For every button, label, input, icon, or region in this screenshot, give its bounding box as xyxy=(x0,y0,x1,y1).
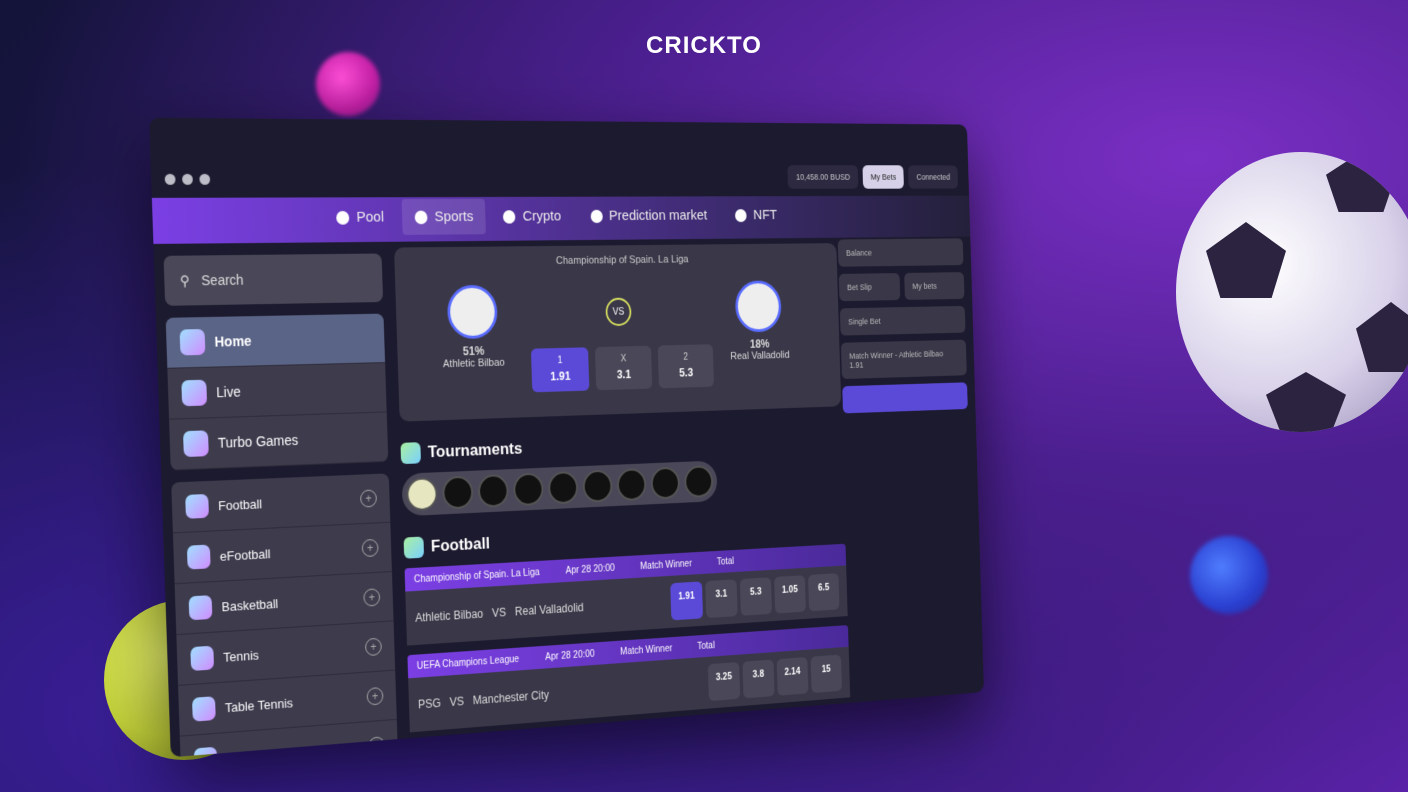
tournament-logo[interactable] xyxy=(582,470,612,503)
my-bets-button[interactable]: My Bets xyxy=(862,165,904,188)
odd-button[interactable]: 3.8 xyxy=(742,659,774,698)
featured-match-card: Championship of Spain. La Liga 51% Athle… xyxy=(394,243,841,421)
tournament-logo[interactable] xyxy=(617,468,647,501)
plus-icon[interactable]: + xyxy=(363,588,380,606)
real-valladolid-crest-icon xyxy=(735,280,782,332)
bet-slip-panel: Balance Bet Slip My bets Single Bet Matc… xyxy=(836,197,967,413)
tournament-logo[interactable] xyxy=(548,471,578,504)
balance-pill: 10,458.00 BUSD xyxy=(788,165,859,189)
tab-bet-slip[interactable]: Bet Slip xyxy=(839,273,901,301)
soccer-ball-icon xyxy=(1176,152,1408,432)
athletic-bilbao-crest-icon xyxy=(447,285,498,340)
table-tennis-icon xyxy=(192,696,216,722)
menu-item-home[interactable]: Home xyxy=(166,314,385,369)
plus-icon[interactable]: + xyxy=(360,489,377,507)
bet-slip-tabs: Bet Slip My bets xyxy=(839,272,965,308)
odd-button[interactable]: 1 1.91 xyxy=(531,347,589,392)
single-bet-tab[interactable]: Single Bet xyxy=(840,306,966,336)
main-menu: Home Live Turbo Games xyxy=(166,314,389,471)
odd-button[interactable]: 5.3 xyxy=(740,577,772,616)
odd-button[interactable]: 6.5 xyxy=(808,573,840,611)
live-icon xyxy=(181,380,207,407)
plus-icon[interactable]: + xyxy=(368,736,385,755)
tournament-list xyxy=(401,460,717,516)
efootball-icon xyxy=(187,545,211,570)
nav-nft[interactable]: NFT xyxy=(723,198,789,232)
odd-button[interactable]: 3.25 xyxy=(708,662,740,701)
app-window: Pool Sports Crypto Prediction market NFT… xyxy=(149,118,984,758)
away-team[interactable]: 18% Real Valladolid xyxy=(728,280,790,362)
home-team[interactable]: 51% Athletic Bilbao xyxy=(440,285,505,371)
brand-title: CRICKTO xyxy=(0,32,1408,60)
nav-crypto[interactable]: Crypto xyxy=(490,199,573,235)
odd-button[interactable]: 15 xyxy=(811,655,842,694)
trophy-icon xyxy=(400,442,421,464)
blue-ball-decoration xyxy=(1190,536,1268,614)
search-icon: ⚲ xyxy=(180,272,190,289)
odd-button[interactable]: X 3.1 xyxy=(595,346,652,391)
nft-icon xyxy=(735,209,747,222)
background: CRICKTO Pool Sports Crypto Prediction ma… xyxy=(0,0,1408,792)
bet-selection: Match Winner - Athletic Bilbao 1.91 xyxy=(841,340,967,379)
tournament-logo[interactable] xyxy=(513,473,544,507)
nav-pool[interactable]: Pool xyxy=(323,199,398,235)
main-content: Championship of Spain. La Liga 51% Athle… xyxy=(394,243,850,732)
rocket-icon xyxy=(183,430,209,457)
tournament-logo[interactable] xyxy=(684,465,713,498)
featured-odds: 1 1.91 X 3.1 2 5.3 xyxy=(531,344,714,392)
place-bet-button[interactable] xyxy=(842,382,968,413)
menu-item-live[interactable]: Live xyxy=(167,363,386,420)
tournament-logo[interactable] xyxy=(651,467,681,500)
tennis-icon xyxy=(190,646,214,671)
home-icon xyxy=(180,329,206,355)
sports-list: Football + eFootball + Basketball + Tennis +… xyxy=(171,473,398,757)
tournament-logo[interactable] xyxy=(442,476,473,510)
tournament-logo[interactable] xyxy=(406,477,438,511)
football-icon xyxy=(404,536,425,558)
pie-chart-icon xyxy=(336,210,349,224)
tournament-logo[interactable] xyxy=(478,474,509,508)
tournaments-heading: Tournaments xyxy=(400,426,842,464)
wallet-bar: 10,458.00 BUSD My Bets Connected xyxy=(788,165,959,189)
featured-league: Championship of Spain. La Liga xyxy=(394,252,836,269)
balance-row: Balance xyxy=(838,238,964,266)
coin-icon xyxy=(503,210,516,223)
soccer-ball-icon xyxy=(415,210,428,224)
basketball-icon xyxy=(189,595,213,620)
menu-item-turbo-games[interactable]: Turbo Games xyxy=(169,412,388,470)
window-controls xyxy=(165,174,211,185)
odd-button[interactable]: 1.91 xyxy=(670,581,703,620)
plus-icon[interactable]: + xyxy=(365,638,382,657)
connected-badge[interactable]: Connected xyxy=(908,165,958,188)
tab-my-bets[interactable]: My bets xyxy=(904,272,964,300)
nav-prediction-market[interactable]: Prediction market xyxy=(578,198,720,233)
odd-button[interactable]: 2 5.3 xyxy=(658,344,714,388)
nav-sports[interactable]: Sports xyxy=(402,199,487,235)
trophy-icon xyxy=(590,209,602,222)
odd-button[interactable]: 2.14 xyxy=(777,657,809,696)
odd-button[interactable]: 3.1 xyxy=(705,579,737,618)
vs-badge: VS xyxy=(605,298,631,327)
football-icon xyxy=(185,494,209,519)
sidebar: ⚲ Search Home Live Turbo Games Football +… xyxy=(164,254,399,758)
plus-icon[interactable]: + xyxy=(367,687,384,706)
search-input[interactable]: ⚲ Search xyxy=(164,254,384,306)
main-nav: Pool Sports Crypto Prediction market NFT xyxy=(323,198,789,236)
odd-button[interactable]: 1.05 xyxy=(774,575,806,613)
pink-ball-decoration xyxy=(316,52,380,116)
plus-icon[interactable]: + xyxy=(362,539,379,557)
